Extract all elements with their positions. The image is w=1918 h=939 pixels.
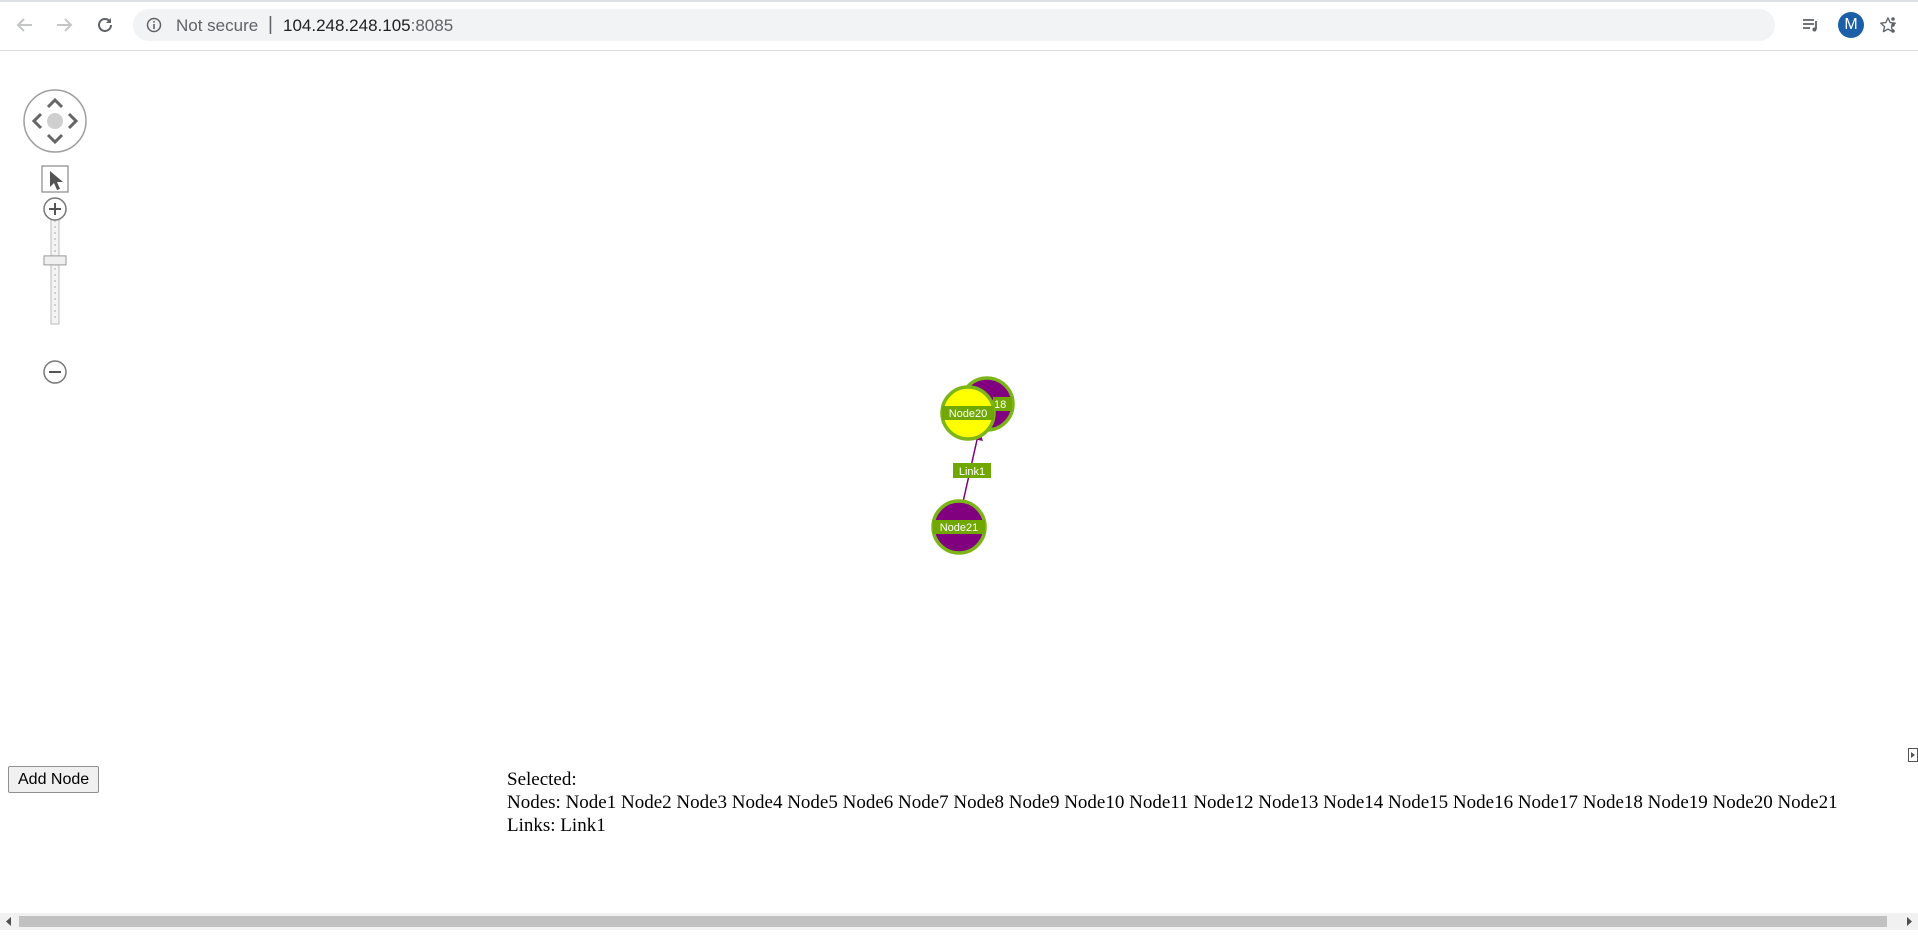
- url-separator: |: [268, 14, 273, 35]
- resize-handle-icon[interactable]: [1908, 748, 1918, 762]
- graph-node-selected[interactable]: Node20: [940, 385, 996, 441]
- address-bar[interactable]: Not secure | 104.248.248.105:8085: [133, 9, 1896, 41]
- diagram-canvas[interactable]: Link1 Node18 Node20 Node21: [0, 51, 1918, 741]
- zoom-slider-handle[interactable]: [43, 255, 67, 266]
- node-label: Node21: [940, 522, 979, 534]
- browser-toolbar: Not secure | 104.248.248.105:8085 M: [0, 0, 1918, 51]
- selection-heading: Selected:: [507, 769, 577, 790]
- arrow-right-icon: [57, 18, 73, 32]
- node-label: Node20: [949, 408, 988, 420]
- select-tool-button[interactable]: [41, 165, 69, 193]
- selection-panel: Selected: Nodes: Node1 Node2 Node3 Node4…: [507, 768, 1838, 837]
- scroll-left-icon[interactable]: [5, 917, 13, 926]
- zoom-control[interactable]: [43, 197, 67, 384]
- link-label[interactable]: Link1: [959, 466, 985, 478]
- reload-icon: [98, 18, 112, 32]
- back-button[interactable]: [9, 9, 41, 41]
- diagram-svg[interactable]: Link1 Node18 Node20 Node21: [0, 51, 1918, 741]
- horizontal-scrollbar[interactable]: [0, 913, 1918, 930]
- link[interactable]: Link1: [953, 428, 991, 503]
- profile-avatar[interactable]: M: [1838, 12, 1864, 38]
- url-port: :8085: [410, 16, 454, 35]
- forward-button[interactable]: [48, 9, 80, 41]
- playlist-icon: [1803, 19, 1817, 32]
- pan-control[interactable]: [23, 89, 87, 153]
- url-text[interactable]: 104.248.248.105:8085: [283, 16, 453, 36]
- add-node-button[interactable]: Add Node: [8, 766, 100, 793]
- tab-strip: [0, 0, 1918, 2]
- selected-nodes-list: Nodes: Node1 Node2 Node3 Node4 Node5 Nod…: [507, 792, 1838, 813]
- url-host: 104.248.248.105: [283, 16, 411, 35]
- arrow-left-icon: [16, 18, 32, 32]
- browser-menu-button[interactable]: [1877, 9, 1909, 41]
- security-status[interactable]: Not secure: [176, 16, 258, 36]
- pan-center-icon[interactable]: [47, 113, 63, 129]
- media-controls-button[interactable]: [1795, 9, 1827, 41]
- more-vert-icon: [1891, 17, 1895, 33]
- scrollbar-thumb[interactable]: [19, 916, 1887, 927]
- graph-node[interactable]: Node21: [931, 499, 987, 555]
- reload-button[interactable]: [89, 9, 121, 41]
- scroll-right-icon[interactable]: [1905, 917, 1913, 926]
- info-icon[interactable]: [146, 17, 162, 33]
- selected-links-list: Links: Link1: [507, 815, 606, 836]
